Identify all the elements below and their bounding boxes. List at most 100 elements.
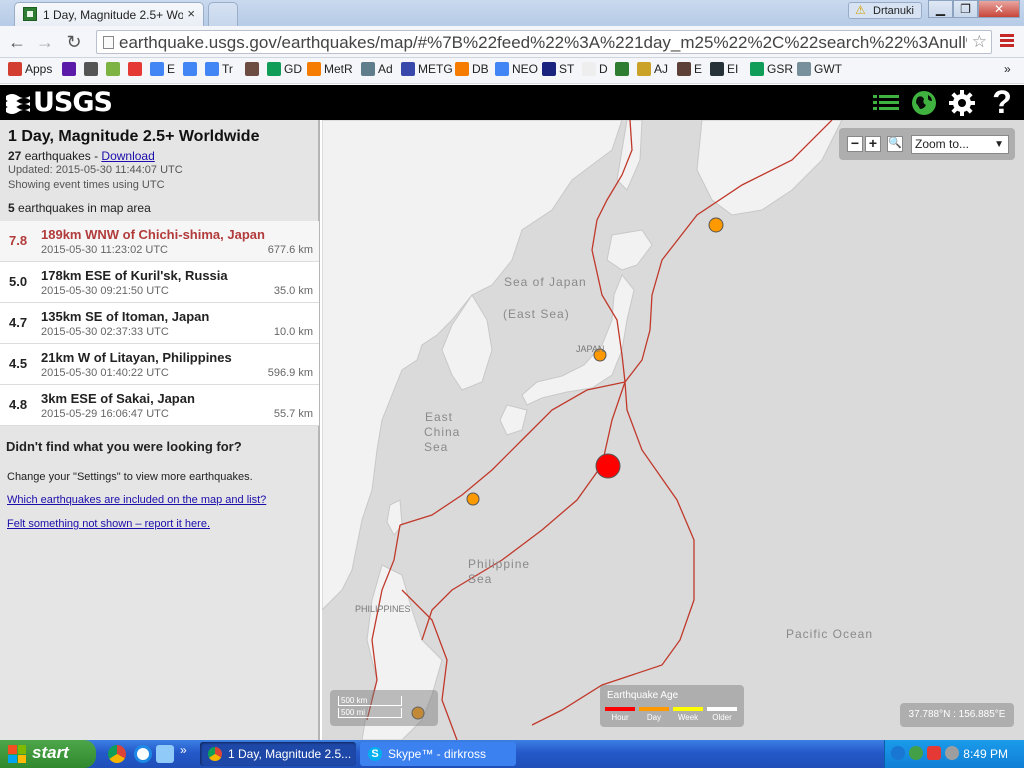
zoom-in-button[interactable]: + [865,136,881,152]
magnifier-icon[interactable]: 🔍 [887,136,903,152]
window-close-button[interactable]: ✕ [978,0,1020,18]
bookmark-icon [205,62,219,76]
bookmark-label: GWT [814,62,842,76]
sea-of-japan-label: Sea of Japan [504,275,587,289]
list-view-icon[interactable] [870,87,902,119]
bookmark-icon [150,62,164,76]
bookmark-item[interactable]: NEO [495,62,538,80]
bookmark-item[interactable]: GSR [750,62,793,80]
bookmark-label: E [167,62,176,76]
start-button[interactable]: start [0,740,96,768]
help-icon[interactable]: ? [986,86,1018,119]
back-arrow-icon[interactable]: ← [6,31,28,53]
bookmark-item[interactable]: GWT [797,62,842,80]
profile-button[interactable]: ⚠ Drtanuki [848,2,922,19]
antivirus-tray-icon[interactable] [927,746,941,760]
bookmark-label: AJ [654,62,669,76]
earthquake-list-panel: 1 Day, Magnitude 2.5+ Worldwide 27 earth… [0,120,320,740]
taskbar-item-chrome[interactable]: 1 Day, Magnitude 2.5... [200,742,356,766]
legend-label: Week [677,713,699,722]
bookmark-item[interactable]: E [150,62,175,80]
bookmark-icon [495,62,509,76]
bookmark-item[interactable] [615,62,632,80]
help-text: Change your "Settings" to view more eart… [7,471,253,483]
earthquake-list-item[interactable]: 4.7 135km SE of Itoman, Japan 2015-05-30… [0,303,319,344]
eq-magnitude: 5.0 [9,274,28,289]
bookmark-label: Tr [222,62,233,76]
bookmark-icon [797,62,811,76]
earthquake-list-item[interactable]: 7.8 189km WNW of Chichi-shima, Japan 201… [0,221,319,262]
east-china-sea-label-2: China [424,425,461,439]
eq-place: 3km ESE of Sakai, Japan [41,391,195,406]
bookmark-item[interactable]: AJ [637,62,668,80]
chrome-quicklaunch-icon[interactable] [108,745,126,763]
in-area-number: 5 [8,201,15,215]
windows-taskbar: start » 1 Day, Magnitude 2.5... S Skype™… [0,740,1024,768]
legend-item-week: Week [673,707,703,725]
address-bar[interactable]: earthquake.usgs.gov/earthquakes/map/#%7B… [96,30,992,54]
felt-report-link[interactable]: Felt something not shown – report it her… [7,518,210,530]
bookmark-item[interactable] [106,62,123,80]
app-quicklaunch-icon[interactable] [156,745,174,763]
usgs-header: USGS ? [0,85,1024,120]
bookmark-item[interactable]: Ad [361,62,393,80]
map-view-globe-icon[interactable] [908,87,940,119]
bookmark-item[interactable]: D [582,62,608,80]
legend-title: Earthquake Age [607,690,679,701]
tab-title: 1 Day, Magnitude 2.5+ Worl [43,8,183,22]
forward-arrow-icon[interactable]: → [34,31,56,53]
bookmark-item[interactable] [62,62,79,80]
usgs-logo[interactable]: USGS [6,87,113,118]
volume-tray-icon[interactable] [945,746,959,760]
earthquake-list-item[interactable]: 5.0 178km ESE of Kuril'sk, Russia 2015-0… [0,262,319,303]
bookmark-item[interactable] [245,62,262,80]
bookmark-item[interactable]: Apps [8,62,52,80]
window-maximize-button[interactable]: ❐ [953,0,978,18]
window-minimize-button[interactable]: ▁ [928,0,953,18]
bookmark-item[interactable]: EI [710,62,738,80]
url-text[interactable]: earthquake.usgs.gov/earthquakes/map/#%7B… [119,33,967,53]
network-tray-icon[interactable] [891,746,905,760]
zoom-out-button[interactable]: − [847,136,863,152]
new-tab-button[interactable] [208,2,238,26]
east-china-sea-label-3: Sea [424,440,449,454]
bookmarks-bar: Apps E Tr GD MetR Ad METG DB NEO ST D AJ E EI GSR GWT » [0,58,1024,84]
quicklaunch-more-icon[interactable]: » [180,743,187,757]
bookmark-item[interactable]: GD [267,62,302,80]
reload-icon[interactable]: ↻ [63,31,85,53]
tab-close-icon[interactable]: × [187,6,195,21]
bookmark-item[interactable] [183,62,200,80]
earthquake-list-item[interactable]: 4.5 21km W of Litayan, Philippines 2015-… [0,344,319,385]
chrome-menu-icon[interactable] [1000,34,1014,48]
eq-depth: 35.0 km [273,285,313,297]
taskbar-item-skype[interactable]: S Skype™ - dirkross [360,742,516,766]
usgs-waves-icon [6,93,30,114]
bookmark-label: MetR [324,62,353,76]
land-hokkaido [606,229,653,271]
browser-toolbar: ← → ↻ earthquake.usgs.gov/earthquakes/ma… [0,26,1024,58]
which-earthquakes-link[interactable]: Which earthquakes are included on the ma… [7,494,266,506]
settings-gear-icon[interactable] [946,87,978,119]
bookmark-label: Apps [25,62,53,76]
browser-tab-active[interactable]: 1 Day, Magnitude 2.5+ Worl × [14,2,204,26]
earthquake-map[interactable]: Sea of Japan (East Sea) JAPAN East China… [322,120,1024,740]
bookmark-icon [582,62,596,76]
bookmark-item[interactable]: Tr [205,62,233,80]
bookmark-item[interactable]: METG [401,62,453,80]
bookmark-item[interactable]: MetR [307,62,353,80]
bookmark-item[interactable]: DB [455,62,489,80]
download-link[interactable]: Download [101,149,154,163]
ie-quicklaunch-icon[interactable] [134,745,152,763]
security-tray-icon[interactable] [909,746,923,760]
bookmark-item[interactable]: ST [542,62,574,80]
bookmark-star-icon[interactable]: ☆ [972,32,987,52]
bookmark-item[interactable]: E [677,62,702,80]
legend-item-day: Day [639,707,669,725]
earthquake-age-legend: Earthquake Age Hour Day Week Older [600,685,744,727]
bookmarks-overflow-icon[interactable]: » [1004,62,1011,80]
clock: 8:49 PM [963,747,1008,761]
earthquake-list-item[interactable]: 4.8 3km ESE of Sakai, Japan 2015-05-29 1… [0,385,319,426]
bookmark-item[interactable] [128,62,145,80]
zoom-to-select[interactable]: Zoom to... ▼ [911,135,1009,154]
bookmark-item[interactable] [84,62,101,80]
